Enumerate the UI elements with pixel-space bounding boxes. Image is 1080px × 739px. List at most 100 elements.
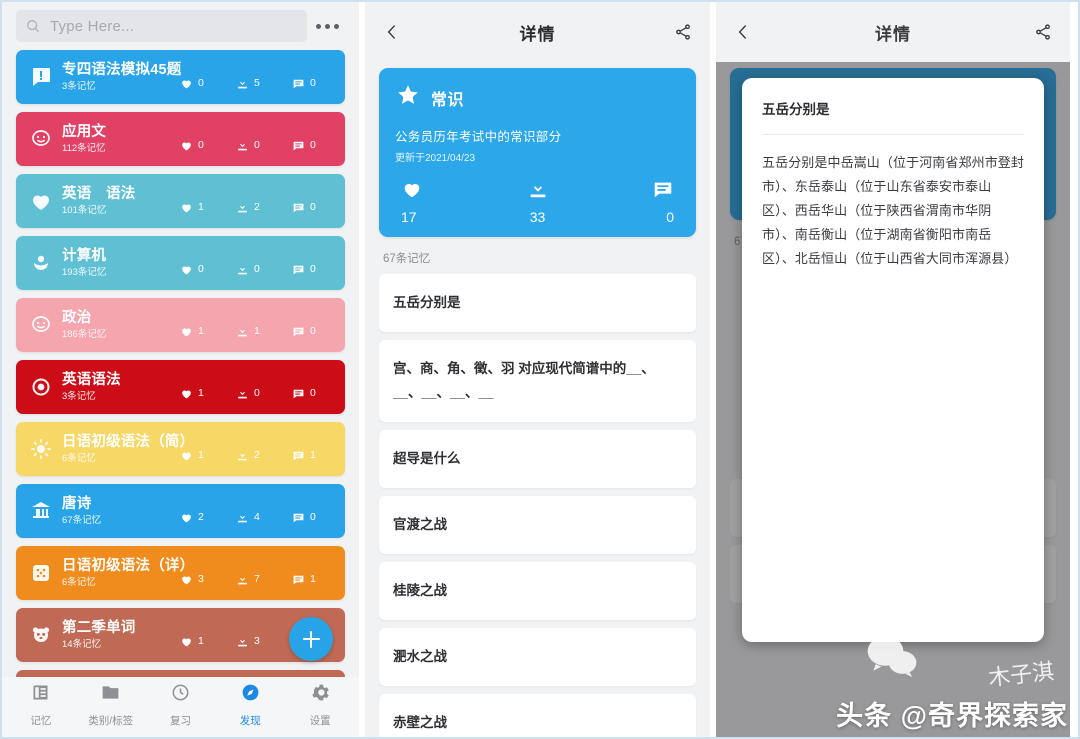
question-item[interactable]: 淝水之战: [379, 628, 696, 686]
like-stat: 1: [180, 449, 236, 462]
card-subtitle: 101条记忆: [62, 204, 107, 216]
search-input[interactable]: Type Here...: [16, 10, 307, 42]
question-item[interactable]: 超导是什么: [379, 430, 696, 488]
card-stats: 0 0 0: [180, 127, 348, 152]
search-placeholder: Type Here...: [50, 17, 135, 35]
tab-memory[interactable]: 记忆: [6, 682, 76, 728]
comment-stat: 0: [292, 201, 348, 214]
hero-like-stat[interactable]: 17: [395, 178, 492, 225]
like-stat: 2: [180, 511, 236, 524]
bank-icon: [24, 494, 58, 528]
memory-card[interactable]: 日语初级语法（简） 6条记忆 1 2 1: [16, 422, 345, 476]
card-title: 第二季单词: [62, 619, 136, 636]
memory-card[interactable]: 政治 186条记忆 1 1 0: [16, 298, 345, 352]
add-button[interactable]: [289, 617, 333, 661]
download-stat: 0: [236, 387, 292, 400]
download-stat: 7: [236, 573, 292, 586]
comment-stat: 0: [292, 263, 348, 276]
app-bar: 详情: [365, 2, 710, 62]
back-chevron-icon[interactable]: [730, 19, 756, 45]
card-stats: 2 4 0: [180, 499, 348, 524]
memory-card[interactable]: 日语初级语法（详） 6条记忆 3 7 1: [16, 546, 345, 600]
card-title: 英语语法: [62, 371, 121, 388]
memory-card[interactable]: 应用文 112条记忆 0 0 0: [16, 112, 345, 166]
card-stats: 3 7 1: [180, 561, 348, 586]
tab-label: 复习: [169, 715, 191, 727]
dialog-body: 五岳分别是中岳嵩山（位于河南省郑州市登封市）、东岳泰山（位于山东省泰安市泰山区）…: [762, 155, 1025, 266]
flower-icon: [24, 246, 58, 280]
share-icon[interactable]: [1030, 19, 1056, 45]
clock-icon: [170, 682, 191, 708]
card-stats: 1 1 0: [180, 313, 348, 338]
comment-stat: 0: [292, 511, 348, 524]
comment-stat: 0: [292, 387, 348, 400]
comment-stat: 1: [292, 573, 348, 586]
hero-download-stat[interactable]: 33: [492, 178, 583, 225]
tab-label: 设置: [309, 715, 331, 727]
collection-description: 公务员历年考试中的常识部分: [395, 130, 562, 144]
like-stat: 3: [180, 573, 236, 586]
screenshot-frame: Type Here... 专四语法模拟45题 3条记忆 0 5 0 应用文 11…: [0, 0, 1080, 739]
compass-icon: [240, 682, 261, 708]
card-stats: 0 0 0: [180, 251, 348, 276]
star-icon: [395, 82, 421, 113]
tab-settings[interactable]: 设置: [285, 682, 355, 728]
back-chevron-icon[interactable]: [379, 19, 405, 45]
download-stat: 3: [236, 635, 292, 648]
card-title: 唐诗: [62, 495, 92, 512]
hero-comment-stat[interactable]: 0: [583, 178, 680, 225]
card-stats: 1 0 0: [180, 375, 348, 400]
memory-card[interactable]: 计算机 193条记忆 0 0 0: [16, 236, 345, 290]
card-title: 政治: [62, 309, 92, 326]
tab-categories[interactable]: 类别/标签: [76, 682, 146, 728]
panel-memory-list: Type Here... 专四语法模拟45题 3条记忆 0 5 0 应用文 11…: [2, 2, 365, 737]
download-stat: 5: [236, 77, 292, 90]
memory-card[interactable]: [16, 670, 345, 677]
card-title: 英语 语法: [62, 185, 136, 202]
hero-stats: 17 33 0: [395, 178, 680, 225]
memory-card-list: 专四语法模拟45题 3条记忆 0 5 0 应用文 112条记忆 0 0 0 英语…: [2, 48, 359, 677]
page-title: 详情: [519, 24, 556, 44]
dice-icon: [24, 556, 58, 590]
download-stat: 2: [236, 449, 292, 462]
heart-icon: [24, 184, 58, 218]
memory-card[interactable]: 英语 语法 101条记忆 1 2 0: [16, 174, 345, 228]
question-item[interactable]: 赤壁之战: [379, 694, 696, 737]
card-title: 日语初级语法（简）: [62, 433, 195, 450]
question-item[interactable]: 官渡之战: [379, 496, 696, 554]
panel-detail: 详情 常识 公务员历年考试中的常识部分 更新于2021/04/23 17 33: [365, 2, 716, 737]
card-subtitle: 112条记忆: [62, 142, 106, 154]
target-icon: [24, 370, 58, 404]
download-stat: 2: [236, 201, 292, 214]
tab-review[interactable]: 复习: [146, 682, 216, 728]
like-stat: 0: [180, 263, 236, 276]
more-dots-icon[interactable]: [307, 23, 347, 29]
dialog-title: 五岳分别是: [762, 98, 1024, 135]
question-item[interactable]: 桂陵之战: [379, 562, 696, 620]
card-subtitle: 6条记忆: [62, 452, 96, 464]
gear-icon: [310, 682, 331, 708]
card-stats: 1 2 1: [180, 437, 348, 462]
question-item[interactable]: 宫、商、角、徵、羽 对应现代简谱中的__、__、__、__、__: [379, 340, 696, 422]
comment-stat: 0: [292, 77, 348, 90]
tab-discover[interactable]: 发现: [215, 682, 285, 728]
question-list: 五岳分别是 宫、商、角、徵、羽 对应现代简谱中的__、__、__、__、__ 超…: [365, 274, 710, 737]
tab-label: 发现: [239, 715, 261, 727]
search-icon: [26, 19, 40, 33]
card-subtitle: 67条记忆: [62, 514, 102, 526]
card-title: 计算机: [62, 247, 107, 264]
share-icon[interactable]: [670, 19, 696, 45]
collection-hero-card[interactable]: 常识 公务员历年考试中的常识部分 更新于2021/04/23 17 33 0: [379, 68, 696, 237]
comment-icon: [652, 178, 674, 203]
memory-card[interactable]: 英语语法 3条记忆 1 0 0: [16, 360, 345, 414]
question-item[interactable]: 五岳分别是: [379, 274, 696, 332]
like-stat: 1: [180, 201, 236, 214]
hero-download-count: 33: [529, 209, 546, 225]
hero-comment-count: 0: [666, 209, 674, 225]
page-title: 详情: [875, 24, 911, 44]
memory-card[interactable]: 唐诗 67条记忆 2 4 0: [16, 484, 345, 538]
card-stats: 0 5 0: [180, 65, 348, 90]
memory-card[interactable]: 专四语法模拟45题 3条记忆 0 5 0: [16, 50, 345, 104]
card-subtitle: 14条记忆: [62, 638, 102, 650]
download-stat: 0: [236, 139, 292, 152]
